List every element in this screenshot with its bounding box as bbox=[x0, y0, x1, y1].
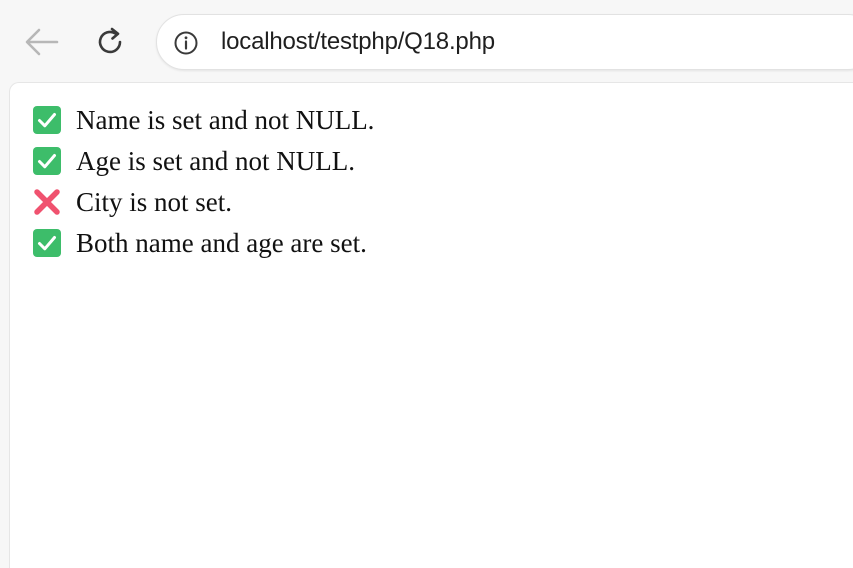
check-mark-button-icon bbox=[33, 229, 61, 257]
check-mark-button-icon bbox=[33, 106, 61, 134]
cross-mark-icon bbox=[34, 189, 60, 215]
reload-button[interactable] bbox=[90, 22, 130, 62]
status-message: Name is set and not NULL. bbox=[76, 104, 375, 135]
status-message: Both name and age are set. bbox=[76, 227, 367, 258]
reload-icon bbox=[98, 27, 122, 54]
url-text[interactable]: localhost/testphp/Q18.php bbox=[221, 28, 495, 56]
address-bar[interactable]: localhost/testphp/Q18.php bbox=[156, 14, 853, 70]
arrow-left-icon bbox=[25, 28, 59, 56]
list-item: Name is set and not NULL. bbox=[32, 103, 374, 137]
back-button[interactable] bbox=[22, 22, 62, 62]
list-item: Both name and age are set. bbox=[32, 226, 367, 260]
page-content: Name is set and not NULL. Age is set and… bbox=[9, 82, 853, 568]
browser-toolbar: localhost/testphp/Q18.php bbox=[0, 0, 853, 84]
list-item: City is not set. bbox=[32, 185, 232, 219]
status-message: City is not set. bbox=[76, 186, 233, 217]
info-icon[interactable] bbox=[173, 30, 199, 56]
status-message: Age is set and not NULL. bbox=[76, 145, 355, 176]
check-mark-button-icon bbox=[33, 147, 61, 175]
list-item: Age is set and not NULL. bbox=[32, 144, 355, 178]
